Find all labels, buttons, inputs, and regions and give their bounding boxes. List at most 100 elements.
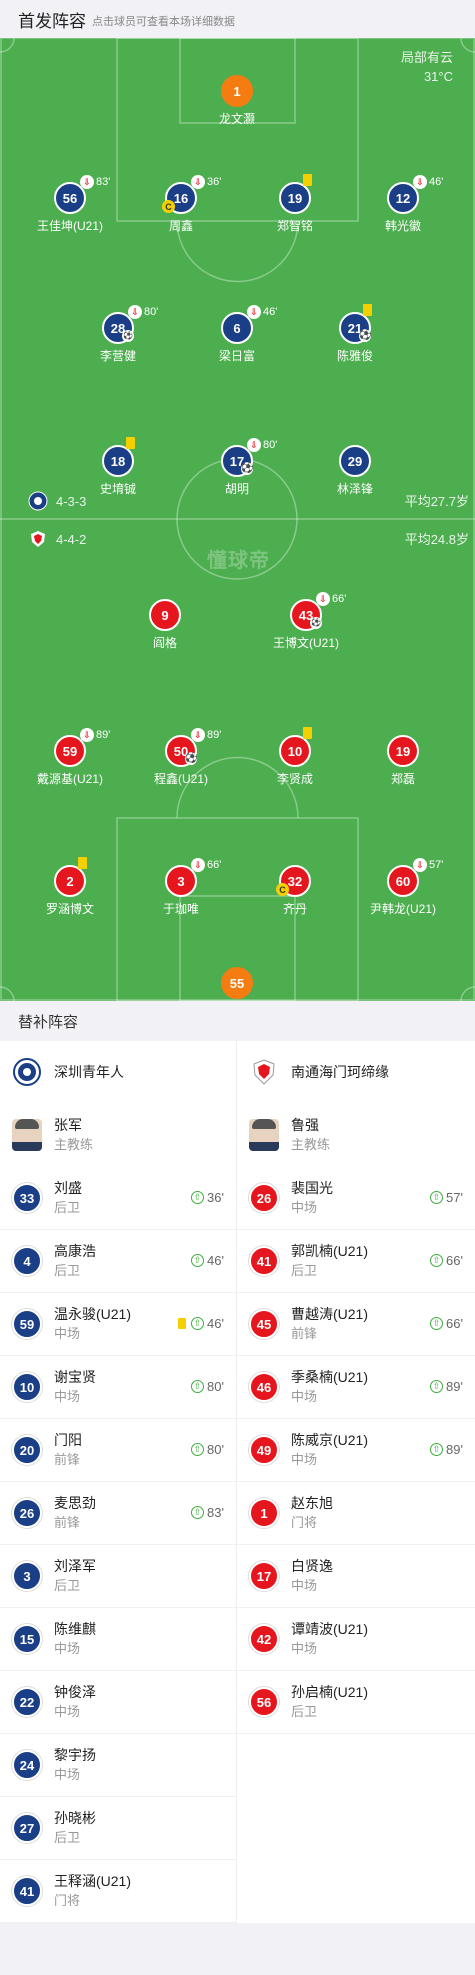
home-player[interactable]: 12 ⇩ 46' 韩光徽 — [343, 175, 463, 234]
home-player[interactable]: 21 ⚽ 陈雅俊 — [295, 304, 415, 364]
home-player[interactable]: 18 史堉铖 — [58, 437, 178, 497]
home-player[interactable]: 6 ⇩ 46' 梁日富 — [177, 305, 297, 364]
substitution-out-icon: ⇩ — [413, 858, 427, 872]
substitution-in-event: ⇧ 83' — [191, 1505, 224, 1520]
pitch: 局部有云 31°C 懂球帝 4-3-3 平均27.7岁 4-4-2 平均24.8… — [0, 38, 475, 1001]
substitution-in-event: ⇧ 46' — [191, 1253, 224, 1268]
bench-player-row[interactable]: 56 孙启楠(U21) 后卫 — [237, 1671, 475, 1734]
player-position: 中场 — [291, 1200, 318, 1215]
substitution-in-icon: ⇧ — [191, 1380, 205, 1393]
player-number-badge: 41 — [12, 1876, 42, 1906]
bench-player-row[interactable]: 15 陈维麒 中场 — [0, 1608, 236, 1671]
substitution-minute: 57' — [429, 859, 444, 871]
away-team-logo-icon — [31, 531, 45, 547]
weather-condition: 局部有云 — [400, 50, 453, 65]
own-goal-icon: ⚽ — [122, 330, 134, 342]
home-player[interactable]: 19 郑智铭 — [235, 174, 355, 234]
bench-player-row[interactable]: 20 门阳 前锋 ⇧ 80' — [0, 1419, 236, 1482]
bench-player-row[interactable]: 1 赵东旭 门将 — [237, 1482, 475, 1545]
substitution-in-event: ⇧ 66' — [430, 1253, 463, 1268]
away-player[interactable]: 32 C 齐丹 — [235, 865, 355, 917]
own-goal-icon: ⚽ — [310, 617, 322, 629]
weather: 局部有云 31°C — [401, 48, 453, 86]
away-team-header[interactable]: 南通海门珂缔缘 — [237, 1041, 475, 1103]
away-player[interactable]: 50 ⇩ 89' ⚽ 程鑫(U21) — [121, 728, 241, 787]
away-player[interactable]: 9 阎格 — [105, 599, 225, 651]
player-name: 郑智铭 — [276, 219, 313, 233]
substitution-event: ⇩ 46' — [413, 175, 443, 189]
player-number-badge: 42 — [249, 1624, 279, 1654]
away-player[interactable]: 3 ⇩ 66' 于珈唯 — [121, 858, 241, 917]
bench-player-row[interactable]: 4 高康浩 后卫 ⇧ 46' — [0, 1230, 236, 1293]
player-position: 前锋 — [54, 1515, 81, 1530]
away-coach[interactable]: 鲁强 主教练 — [237, 1103, 475, 1167]
substitution-in-icon: ⇧ — [191, 1317, 205, 1330]
player-number-badge: 22 — [12, 1687, 42, 1717]
bench-player-row[interactable]: 17 白贤逸 中场 — [237, 1545, 475, 1608]
bench-player-row[interactable]: 41 郭凯楠(U21) 后卫 ⇧ 66' — [237, 1230, 475, 1293]
player-name: 门阳 — [54, 1432, 82, 1448]
bench-player-row[interactable]: 10 谢宝贤 中场 ⇧ 80' — [0, 1356, 236, 1419]
player-name: 郭凯楠(U21) — [291, 1243, 369, 1259]
home-player[interactable]: 16 ⇩ 36' C 周鑫 — [121, 175, 241, 234]
home-player[interactable]: 17 ⇩ 80' ⚽ 胡明 — [177, 438, 297, 497]
substitution-minute: 80' — [207, 1442, 224, 1457]
away-player[interactable]: 60 ⇩ 57' 尹韩龙(U21) — [343, 858, 463, 917]
player-number-badge: 2 — [54, 865, 86, 897]
substitution-event: ⇩ 89' — [80, 728, 110, 742]
bench-player-row[interactable]: 27 孙晓彬 后卫 — [0, 1797, 236, 1860]
player-number-badge: 4 — [12, 1246, 42, 1276]
player-name: 谢宝贤 — [54, 1369, 96, 1385]
bench-player-row[interactable]: 26 麦思劲 前锋 ⇧ 83' — [0, 1482, 236, 1545]
home-player[interactable]: 28 ⇩ 80' ⚽ 李营健 — [58, 305, 178, 364]
bench-player-row[interactable]: 49 陈威京(U21) 中场 ⇧ 89' — [237, 1419, 475, 1482]
substitution-minute: 36' — [207, 176, 222, 188]
player-number-badge: 33 — [12, 1183, 42, 1213]
bench-player-row[interactable]: 24 黎宇扬 中场 — [0, 1734, 236, 1797]
substitution-in-event: ⇧ 80' — [191, 1379, 224, 1394]
home-team-header[interactable]: 深圳青年人 — [0, 1041, 236, 1103]
player-number-badge: 10 — [12, 1372, 42, 1402]
home-player[interactable]: 56 ⇩ 83' 王佳坤(U21) — [10, 175, 130, 234]
player-name: 郑磊 — [390, 772, 415, 786]
away-player[interactable]: 10 李贤成 — [235, 727, 355, 787]
player-number-badge: 49 — [249, 1435, 279, 1465]
player-position: 后卫 — [291, 1263, 318, 1278]
bench-player-row[interactable]: 41 王释涵(U21) 门将 — [0, 1860, 236, 1923]
home-player[interactable]: 1 龙文灏 — [177, 75, 297, 127]
player-number-badge: 20 — [12, 1435, 42, 1465]
home-player[interactable]: 29 林泽锋 — [295, 445, 415, 497]
substitution-minute: 80' — [263, 439, 278, 451]
player-number-badge: 17 — [249, 1561, 279, 1591]
player-name: 谭靖波(U21) — [291, 1621, 369, 1637]
player-position: 后卫 — [291, 1704, 318, 1719]
bench-player-row[interactable]: 59 温永骏(U21) 中场 ⇧ 46' — [0, 1293, 236, 1356]
substitution-in-event: ⇧ 89' — [430, 1442, 463, 1457]
bench-player-row[interactable]: 26 裴国光 中场 ⇧ 57' — [237, 1167, 475, 1230]
bench-player-row[interactable]: 22 钟俊泽 中场 — [0, 1671, 236, 1734]
player-number-badge: 56 — [249, 1687, 279, 1717]
player-name: 裴国光 — [291, 1180, 333, 1196]
bench-player-row[interactable]: 33 刘盛 后卫 ⇧ 36' — [0, 1167, 236, 1230]
player-name: 麦思劲 — [54, 1495, 96, 1511]
home-team-name: 深圳青年人 — [54, 1064, 124, 1080]
bench-player-row[interactable]: 3 刘泽军 后卫 — [0, 1545, 236, 1608]
substitution-out-icon: ⇩ — [191, 175, 205, 189]
substitution-minute: 66' — [207, 859, 222, 871]
home-coach[interactable]: 张军 主教练 — [0, 1103, 236, 1167]
substitution-event: ⇩ 57' — [413, 858, 443, 872]
bench-player-row[interactable]: 45 曹越涛(U21) 前锋 ⇧ 66' — [237, 1293, 475, 1356]
bench-player-row[interactable]: 42 谭靖波(U21) 中场 — [237, 1608, 475, 1671]
substitution-minute: 46' — [263, 306, 278, 318]
player-position: 中场 — [54, 1767, 81, 1782]
substitution-minute: 66' — [446, 1316, 463, 1331]
coach-name: 张军 — [54, 1117, 82, 1133]
away-player[interactable]: 59 ⇩ 89' 戴源基(U21) — [10, 728, 130, 787]
away-player[interactable]: 2 罗涵博文 — [10, 857, 130, 917]
away-player[interactable]: 19 郑磊 — [343, 735, 463, 787]
away-player[interactable]: 55梁真福(U21) — [177, 967, 297, 1001]
bench-player-row[interactable]: 46 季桑楠(U21) 中场 ⇧ 89' — [237, 1356, 475, 1419]
player-position: 中场 — [54, 1326, 81, 1341]
substitution-in-event: ⇧ 89' — [430, 1379, 463, 1394]
away-player[interactable]: 43 ⇩ 66' ⚽ 王博文(U21) — [246, 592, 366, 651]
